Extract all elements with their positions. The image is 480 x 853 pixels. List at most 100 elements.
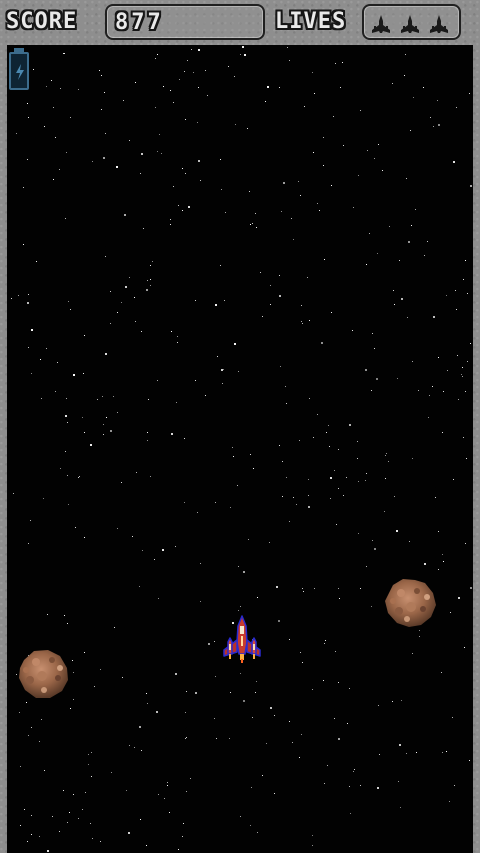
star — [319, 210, 320, 211]
star — [338, 738, 340, 740]
star — [442, 554, 443, 555]
star — [20, 766, 21, 767]
star — [330, 498, 331, 499]
star — [73, 672, 74, 673]
star — [150, 279, 151, 280]
star — [357, 458, 358, 459]
star — [31, 815, 32, 816]
star — [134, 297, 135, 298]
life-ship-icon — [401, 15, 419, 33]
star — [470, 343, 471, 344]
star — [467, 361, 468, 362]
star — [170, 90, 171, 91]
playfield[interactable] — [7, 45, 473, 853]
star — [91, 752, 92, 753]
star — [140, 819, 141, 820]
star — [309, 398, 310, 399]
star — [378, 705, 379, 706]
star — [178, 849, 179, 850]
star — [257, 597, 258, 598]
star — [447, 370, 448, 371]
star — [94, 686, 95, 687]
star — [224, 300, 225, 301]
star — [185, 119, 186, 120]
star — [353, 771, 354, 772]
star — [353, 207, 354, 208]
star — [410, 130, 411, 131]
star — [84, 652, 85, 653]
star — [31, 373, 32, 374]
star — [465, 391, 466, 392]
star — [442, 752, 443, 753]
star — [27, 103, 28, 104]
star — [453, 161, 455, 163]
star — [28, 543, 29, 544]
star — [55, 137, 56, 138]
star — [68, 301, 69, 302]
star — [343, 495, 344, 496]
star — [303, 591, 304, 592]
star — [443, 391, 444, 392]
score-value: 877 — [115, 10, 164, 35]
star — [342, 62, 343, 63]
star — [82, 809, 83, 810]
star — [443, 561, 444, 562]
score-label: SCORE — [6, 9, 78, 34]
star — [105, 256, 106, 257]
star — [328, 425, 329, 426]
star — [155, 107, 156, 108]
star — [198, 160, 200, 162]
star — [360, 588, 361, 589]
star — [456, 309, 457, 310]
star — [110, 291, 111, 292]
star — [360, 785, 361, 786]
star — [147, 703, 148, 704]
star — [349, 786, 350, 787]
star — [129, 277, 130, 278]
star — [186, 791, 187, 792]
star — [184, 71, 185, 72]
star — [260, 272, 261, 273]
star — [358, 533, 359, 534]
star — [286, 403, 287, 404]
star — [70, 708, 71, 709]
star — [406, 178, 407, 179]
game-screen[interactable]: SCORE 877 LIVES — [0, 0, 480, 853]
star — [221, 369, 223, 371]
star — [309, 320, 310, 321]
star — [394, 496, 395, 497]
star — [43, 498, 44, 499]
star — [250, 224, 251, 225]
star — [374, 158, 375, 159]
star — [214, 718, 215, 719]
star — [397, 378, 398, 379]
star — [67, 475, 68, 476]
star — [92, 161, 93, 162]
star — [331, 312, 332, 313]
star — [240, 54, 241, 55]
star — [442, 432, 443, 433]
star — [377, 787, 379, 789]
star — [366, 473, 367, 474]
star — [428, 417, 429, 418]
star — [214, 641, 215, 642]
star — [215, 304, 217, 306]
star — [110, 430, 112, 432]
star — [412, 361, 413, 362]
star — [282, 496, 283, 497]
star — [280, 366, 281, 367]
star — [279, 445, 280, 446]
star — [276, 586, 278, 588]
star — [142, 550, 143, 551]
star — [129, 745, 130, 746]
star — [182, 836, 183, 837]
star — [269, 542, 270, 543]
star — [83, 373, 84, 374]
player-ship[interactable] — [216, 614, 268, 666]
star — [371, 606, 372, 607]
life-ship-icon — [430, 15, 448, 33]
star — [73, 699, 74, 700]
star — [44, 770, 45, 771]
star — [78, 818, 79, 819]
star — [175, 546, 176, 547]
